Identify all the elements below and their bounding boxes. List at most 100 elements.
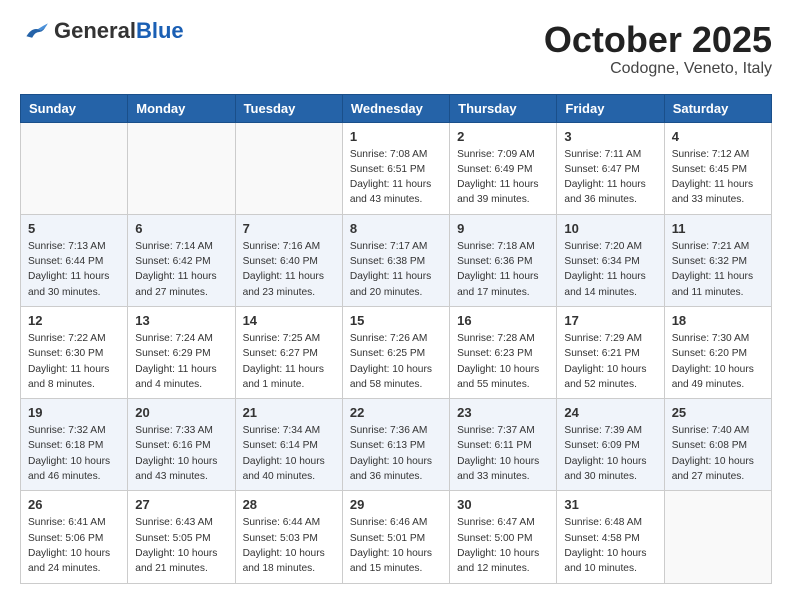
logo-text: GeneralBlue <box>54 18 184 43</box>
calendar-title: October 2025 <box>544 20 772 60</box>
day-number: 12 <box>28 313 120 328</box>
calendar-cell: 21 Sunrise: 7:34 AM Sunset: 6:14 PM Dayli… <box>235 399 342 491</box>
calendar-cell: 20Sunrise: 7:33 AM Sunset: 6:16 PM Dayli… <box>128 399 235 491</box>
day-number: 16 <box>457 313 549 328</box>
day-number: 30 <box>457 497 549 512</box>
day-number: 13 <box>135 313 227 328</box>
calendar-cell: 2 Sunrise: 7:09 AM Sunset: 6:49 PM Daylig… <box>450 122 557 214</box>
day-info: Sunrise: 6:48 AM Sunset: 4:58 PM Dayligh… <box>564 515 656 576</box>
calendar-cell: 7Sunrise: 7:16 AM Sunset: 6:40 PM Daylig… <box>235 214 342 306</box>
day-number: 10 <box>564 221 656 236</box>
calendar-cell: 26Sunrise: 6:41 AM Sunset: 5:06 PM Dayli… <box>21 491 128 583</box>
day-info: Sunrise: 7:36 AM Sunset: 6:13 PM Dayligh… <box>350 423 442 484</box>
day-number: 9 <box>457 221 549 236</box>
calendar-cell: 11 Sunrise: 7:21 AM Sunset: 6:32 PM Dayli… <box>664 214 771 306</box>
calendar-cell: 28Sunrise: 6:44 AM Sunset: 5:03 PM Dayli… <box>235 491 342 583</box>
day-info: Sunrise: 7:32 AM Sunset: 6:18 PM Dayligh… <box>28 423 120 484</box>
day-number: 29 <box>350 497 442 512</box>
day-info: Sunrise: 7:11 AM Sunset: 6:47 PM Dayligh… <box>564 147 656 208</box>
calendar-cell: 23Sunrise: 7:37 AM Sunset: 6:11 PM Dayli… <box>450 399 557 491</box>
day-number: 5 <box>28 221 120 236</box>
day-number: 14 <box>243 313 335 328</box>
day-number: 17 <box>564 313 656 328</box>
weekday-header-monday: Monday <box>128 94 235 122</box>
day-info: Sunrise: 6:47 AM Sunset: 5:00 PM Dayligh… <box>457 515 549 576</box>
day-info: Sunrise: 7:08 AM Sunset: 6:51 PM Dayligh… <box>350 147 442 208</box>
calendar-week-row: 26Sunrise: 6:41 AM Sunset: 5:06 PM Dayli… <box>21 491 772 583</box>
day-number: 26 <box>28 497 120 512</box>
day-number: 21 <box>243 405 335 420</box>
day-info: Sunrise: 7:30 AM Sunset: 6:20 PM Dayligh… <box>672 331 764 392</box>
calendar-cell <box>235 122 342 214</box>
weekday-header-sunday: Sunday <box>21 94 128 122</box>
day-info: Sunrise: 7:13 AM Sunset: 6:44 PM Dayligh… <box>28 239 120 300</box>
weekday-header-row: SundayMondayTuesdayWednesdayThursdayFrid… <box>21 94 772 122</box>
calendar-cell: 18 Sunrise: 7:30 AM Sunset: 6:20 PM Dayli… <box>664 306 771 398</box>
calendar-cell: 10 Sunrise: 7:20 AM Sunset: 6:34 PM Dayli… <box>557 214 664 306</box>
calendar-cell <box>664 491 771 583</box>
calendar-cell: 3 Sunrise: 7:11 AM Sunset: 6:47 PM Daylig… <box>557 122 664 214</box>
day-number: 18 <box>672 313 764 328</box>
calendar-cell: 27 Sunrise: 6:43 AM Sunset: 5:05 PM Dayli… <box>128 491 235 583</box>
calendar-week-row: 19 Sunrise: 7:32 AM Sunset: 6:18 PM Dayli… <box>21 399 772 491</box>
day-info: Sunrise: 7:12 AM Sunset: 6:45 PM Dayligh… <box>672 147 764 208</box>
day-number: 28 <box>243 497 335 512</box>
day-number: 25 <box>672 405 764 420</box>
weekday-header-thursday: Thursday <box>450 94 557 122</box>
calendar-cell: 24 Sunrise: 7:39 AM Sunset: 6:09 PM Dayli… <box>557 399 664 491</box>
logo: GeneralBlue <box>20 20 184 43</box>
calendar-cell: 31 Sunrise: 6:48 AM Sunset: 4:58 PM Dayli… <box>557 491 664 583</box>
day-number: 8 <box>350 221 442 236</box>
day-number: 24 <box>564 405 656 420</box>
calendar-cell: 19 Sunrise: 7:32 AM Sunset: 6:18 PM Dayli… <box>21 399 128 491</box>
calendar-table: SundayMondayTuesdayWednesdayThursdayFrid… <box>20 94 772 584</box>
day-info: Sunrise: 6:43 AM Sunset: 5:05 PM Dayligh… <box>135 515 227 576</box>
day-number: 20 <box>135 405 227 420</box>
calendar-cell: 5 Sunrise: 7:13 AM Sunset: 6:44 PM Daylig… <box>21 214 128 306</box>
calendar-cell: 4 Sunrise: 7:12 AM Sunset: 6:45 PM Daylig… <box>664 122 771 214</box>
day-info: Sunrise: 7:39 AM Sunset: 6:09 PM Dayligh… <box>564 423 656 484</box>
day-info: Sunrise: 7:17 AM Sunset: 6:38 PM Dayligh… <box>350 239 442 300</box>
calendar-cell: 6 Sunrise: 7:14 AM Sunset: 6:42 PM Daylig… <box>128 214 235 306</box>
day-number: 6 <box>135 221 227 236</box>
calendar-cell: 22 Sunrise: 7:36 AM Sunset: 6:13 PM Dayli… <box>342 399 449 491</box>
day-number: 4 <box>672 129 764 144</box>
day-info: Sunrise: 7:34 AM Sunset: 6:14 PM Dayligh… <box>243 423 335 484</box>
weekday-header-tuesday: Tuesday <box>235 94 342 122</box>
day-info: Sunrise: 7:40 AM Sunset: 6:08 PM Dayligh… <box>672 423 764 484</box>
day-number: 31 <box>564 497 656 512</box>
weekday-header-saturday: Saturday <box>664 94 771 122</box>
day-info: Sunrise: 7:14 AM Sunset: 6:42 PM Dayligh… <box>135 239 227 300</box>
day-info: Sunrise: 7:26 AM Sunset: 6:25 PM Dayligh… <box>350 331 442 392</box>
calendar-cell: 9 Sunrise: 7:18 AM Sunset: 6:36 PM Daylig… <box>450 214 557 306</box>
day-info: Sunrise: 7:20 AM Sunset: 6:34 PM Dayligh… <box>564 239 656 300</box>
calendar-cell: 15Sunrise: 7:26 AM Sunset: 6:25 PM Dayli… <box>342 306 449 398</box>
day-info: Sunrise: 7:18 AM Sunset: 6:36 PM Dayligh… <box>457 239 549 300</box>
day-number: 11 <box>672 221 764 236</box>
calendar-cell: 17Sunrise: 7:29 AM Sunset: 6:21 PM Dayli… <box>557 306 664 398</box>
day-info: Sunrise: 6:46 AM Sunset: 5:01 PM Dayligh… <box>350 515 442 576</box>
logo-bird-icon <box>20 22 50 42</box>
calendar-cell <box>128 122 235 214</box>
weekday-header-wednesday: Wednesday <box>342 94 449 122</box>
day-info: Sunrise: 7:21 AM Sunset: 6:32 PM Dayligh… <box>672 239 764 300</box>
calendar-subtitle: Codogne, Veneto, Italy <box>544 60 772 78</box>
day-info: Sunrise: 7:16 AM Sunset: 6:40 PM Dayligh… <box>243 239 335 300</box>
day-number: 19 <box>28 405 120 420</box>
calendar-cell: 16 Sunrise: 7:28 AM Sunset: 6:23 PM Dayli… <box>450 306 557 398</box>
day-number: 27 <box>135 497 227 512</box>
day-info: Sunrise: 7:09 AM Sunset: 6:49 PM Dayligh… <box>457 147 549 208</box>
day-info: Sunrise: 7:28 AM Sunset: 6:23 PM Dayligh… <box>457 331 549 392</box>
calendar-week-row: 1Sunrise: 7:08 AM Sunset: 6:51 PM Daylig… <box>21 122 772 214</box>
day-number: 23 <box>457 405 549 420</box>
calendar-title-block: October 2025 Codogne, Veneto, Italy <box>544 20 772 78</box>
day-number: 2 <box>457 129 549 144</box>
day-number: 22 <box>350 405 442 420</box>
day-info: Sunrise: 7:24 AM Sunset: 6:29 PM Dayligh… <box>135 331 227 392</box>
day-info: Sunrise: 7:22 AM Sunset: 6:30 PM Dayligh… <box>28 331 120 392</box>
calendar-cell: 25 Sunrise: 7:40 AM Sunset: 6:08 PM Dayli… <box>664 399 771 491</box>
day-number: 3 <box>564 129 656 144</box>
calendar-week-row: 12 Sunrise: 7:22 AM Sunset: 6:30 PM Dayli… <box>21 306 772 398</box>
calendar-cell <box>21 122 128 214</box>
page-header: GeneralBlue October 2025 Codogne, Veneto… <box>20 20 772 78</box>
